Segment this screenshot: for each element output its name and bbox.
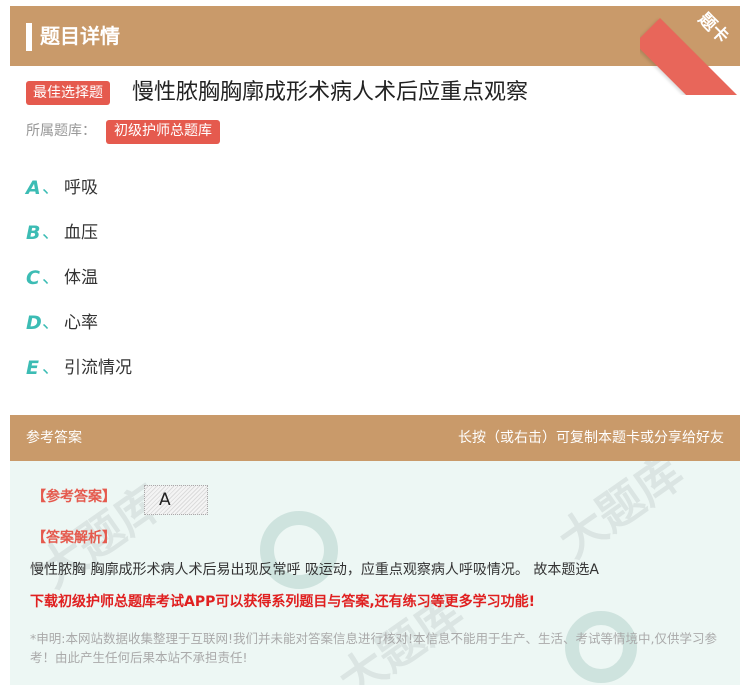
option-letter: D	[26, 312, 42, 334]
option-text: 心率	[64, 313, 98, 333]
share-hint: 长按（或右击）可复制本题卡或分享给好友	[458, 430, 724, 446]
option-separator: 、	[42, 312, 60, 333]
option-letter: B	[26, 222, 41, 244]
option-letter: A	[26, 177, 41, 199]
option-e[interactable]: E 、 引流情况	[26, 353, 426, 383]
reference-answer-label: 【参考答案】	[32, 489, 116, 505]
option-letter: C	[26, 267, 40, 289]
option-separator: 、	[42, 267, 60, 288]
answer-header-title: 参考答案	[26, 430, 82, 446]
option-b[interactable]: B 、 血压	[26, 218, 426, 248]
question-card: 题目详情 题卡 最佳选择题 慢性脓胸胸廓成形术病人术后应重点观察 所属题库： 初…	[0, 0, 750, 685]
option-text: 体温	[64, 268, 98, 288]
option-separator: 、	[42, 222, 60, 243]
answer-value: A	[144, 485, 208, 515]
ribbon-label: 题卡	[694, 9, 733, 48]
bank-name-badge[interactable]: 初级护师总题库	[106, 120, 220, 144]
question-line: 最佳选择题 慢性脓胸胸廓成形术病人术后应重点观察	[26, 78, 746, 110]
question-type-badge: 最佳选择题	[26, 81, 110, 105]
option-letter: E	[26, 357, 39, 379]
app-promo-link[interactable]: 下载初级护师总题库考试APP可以获得系列题目与答案,还有练习等更多学习功能!	[30, 591, 535, 613]
option-text: 引流情况	[64, 358, 132, 378]
analysis-label: 【答案解析】	[32, 530, 116, 546]
option-a[interactable]: A 、 呼吸	[26, 173, 426, 203]
answer-header: 参考答案 长按（或右击）可复制本题卡或分享给好友	[10, 415, 740, 461]
reference-answer-line: 【参考答案】 A	[32, 485, 208, 515]
disclaimer-text: *申明:本网站数据收集整理于互联网!我们并未能对答案信息进行核对!本信息不能用于…	[30, 631, 717, 665]
option-text: 血压	[64, 223, 98, 243]
title-accent-bar	[26, 23, 32, 51]
option-separator: 、	[42, 177, 60, 198]
option-c[interactable]: C 、 体温	[26, 263, 426, 293]
analysis-text: 慢性脓胸 胸廓成形术病人术后易出现反常呼 吸运动，应重点观察病人呼吸情况。 故本…	[30, 562, 599, 578]
option-d[interactable]: D 、 心率	[26, 308, 426, 338]
option-separator: 、	[42, 357, 60, 378]
title-bar: 题目详情	[10, 6, 740, 66]
watermark: 大题库	[548, 461, 693, 569]
bank-label: 所属题库：	[26, 123, 96, 139]
option-text: 呼吸	[64, 178, 98, 198]
page-title: 题目详情	[40, 24, 120, 48]
question-text: 慢性脓胸胸廓成形术病人术后应重点观察	[132, 80, 529, 105]
answer-panel: 大题库 大题库 大题库 【参考答案】 A 【答案解析】 慢性脓胸 胸廓成形术病人…	[10, 461, 740, 685]
